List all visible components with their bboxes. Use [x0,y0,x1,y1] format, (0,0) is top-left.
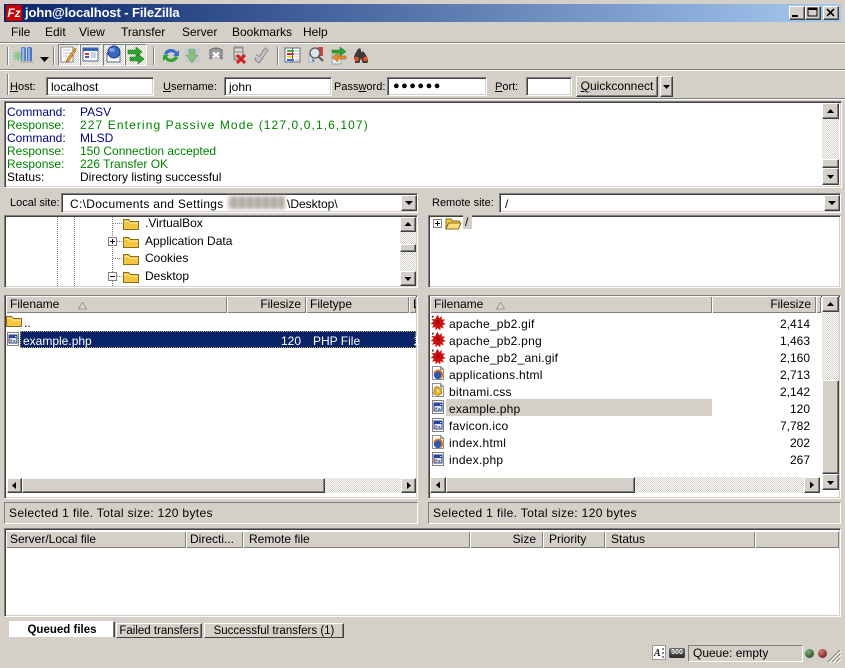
svg-text:A: A [653,648,661,659]
